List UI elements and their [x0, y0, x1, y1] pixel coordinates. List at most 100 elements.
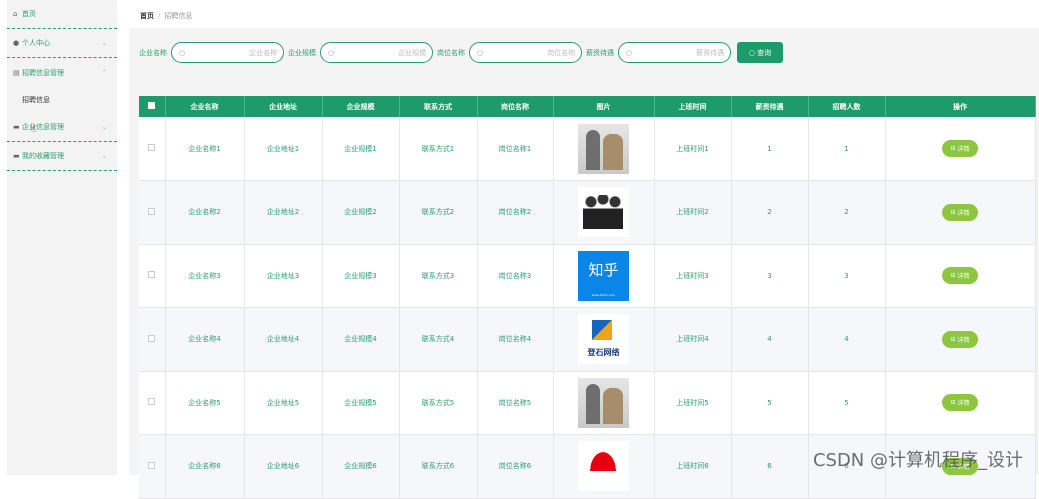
zhihu-logo-text: 知乎: [588, 261, 618, 279]
cell-actions: ⊟ 详情: [885, 181, 1035, 245]
detail-button[interactable]: ⊟ 详情: [942, 331, 978, 348]
cell-address: 企业地址6: [244, 435, 322, 499]
sidebar-item-favorites[interactable]: ▬ 我的收藏管理 ⌄: [7, 142, 117, 171]
column-header: 岗位名称: [477, 96, 553, 117]
cell-address: 企业地址3: [244, 244, 322, 308]
table-row: 企业名称1 企业地址1 企业规模1 联系方式1 岗位名称1 上班时间1 1 1 …: [139, 117, 1035, 181]
row-checkbox[interactable]: [148, 208, 155, 215]
detail-button[interactable]: ⊟ 详情: [942, 204, 978, 221]
huawei-logo-image: [578, 441, 629, 491]
submenu-item-job-info[interactable]: 招聘信息: [7, 87, 117, 113]
chevron-down-icon: ⌄: [102, 124, 107, 131]
chevron-up-icon: ⌃: [102, 69, 107, 76]
cell-scale: 企业规模6: [322, 435, 399, 499]
cell-salary: 3: [731, 244, 808, 308]
cell-actions: ⊟ 详情: [885, 308, 1035, 372]
cell-position: 岗位名称1: [477, 117, 553, 181]
cell-salary: 5: [731, 371, 808, 435]
search-scale-field[interactable]: ○: [320, 42, 433, 63]
sidebar-item-label: 我的收藏管理: [22, 151, 64, 161]
chevron-down-icon: ⌄: [102, 153, 107, 160]
column-header: 薪资待遇: [731, 96, 808, 117]
cell-count: 2: [808, 181, 885, 245]
row-checkbox[interactable]: [148, 144, 155, 151]
cell-image: 知乎 www.zhihu.com: [553, 244, 654, 308]
search-position-input[interactable]: [487, 49, 575, 57]
cell-contact: 联系方式1: [399, 117, 477, 181]
cell-contact: 联系方式3: [399, 244, 477, 308]
company-logo-text: 登石网络: [578, 347, 629, 358]
row-select-cell: [139, 371, 165, 435]
cell-company: 企业名称2: [165, 181, 244, 245]
table-row: 企业名称3 企业地址3 企业规模3 联系方式3 岗位名称3 知乎www.zhih…: [139, 244, 1035, 308]
detail-button[interactable]: ⊟ 详情: [942, 267, 978, 284]
detail-button[interactable]: ⊟ 详情: [942, 140, 978, 157]
zhihu-logo-url: www.zhihu.com: [578, 293, 629, 297]
cell-scale: 企业规模1: [322, 117, 399, 181]
detail-button-label: 详情: [957, 271, 969, 280]
search-label-company: 企业名称: [139, 48, 167, 58]
sidebar-item-companies[interactable]: ▬ 企业信息管理 ⌄: [7, 113, 117, 142]
cell-contact: 联系方式4: [399, 308, 477, 372]
cell-image: [553, 435, 654, 499]
cell-count: 4: [808, 308, 885, 372]
breadcrumb-home[interactable]: 首页: [140, 12, 154, 20]
detail-icon: ⊟: [951, 399, 958, 406]
cell-position: 岗位名称6: [477, 435, 553, 499]
cell-count: 1: [808, 117, 885, 181]
cell-address: 企业地址4: [244, 308, 322, 372]
cell-image: [553, 117, 654, 181]
detail-button[interactable]: ⊟ 详情: [942, 394, 978, 411]
breadcrumb-current: 招聘信息: [164, 12, 192, 20]
cell-actions: ⊟ 详情: [885, 371, 1035, 435]
jobs-table: 企业名称 企业地址 企业规模 联系方式 岗位名称 图片 上班时间 薪资待遇 招聘…: [139, 96, 1036, 499]
search-company-field[interactable]: ○: [171, 42, 284, 63]
row-checkbox[interactable]: [148, 398, 155, 405]
cell-salary: 6: [731, 435, 808, 499]
sidebar-item-home[interactable]: ⌂ 首页: [7, 0, 117, 29]
row-checkbox[interactable]: [148, 335, 155, 342]
cell-position: 岗位名称5: [477, 371, 553, 435]
cell-contact: 联系方式5: [399, 371, 477, 435]
sidebar-item-jobs[interactable]: ▤ 招聘信息管理 ⌃: [7, 58, 117, 87]
row-checkbox[interactable]: [148, 462, 155, 469]
cell-scale: 企业规模5: [322, 371, 399, 435]
cell-actions: ⊟ 详情: [885, 244, 1035, 308]
cell-position: 岗位名称2: [477, 181, 553, 245]
table-row: 企业名称4 企业地址4 企业规模4 联系方式4 岗位名称4 登石网络 上班时间4…: [139, 308, 1035, 372]
select-all-checkbox[interactable]: [148, 102, 155, 109]
search-salary-field[interactable]: ○: [618, 42, 731, 63]
search-icon: ○: [749, 49, 757, 57]
detail-icon: ⊟: [951, 145, 958, 152]
table-row: 企业名称2 企业地址2 企业规模2 联系方式2 岗位名称2 上班时间2 2 2 …: [139, 181, 1035, 245]
search-position-field[interactable]: ○: [469, 42, 582, 63]
cell-scale: 企业规模2: [322, 181, 399, 245]
sidebar-item-label: 首页: [22, 9, 36, 19]
column-header: 上班时间: [654, 96, 731, 117]
cell-worktime: 上班时间5: [654, 371, 731, 435]
search-company-input[interactable]: [189, 49, 277, 57]
row-checkbox[interactable]: [148, 271, 155, 278]
sidebar: ⌂ 首页 ● 个人中心 ⌄ ▤ 招聘信息管理 ⌃ 招聘信息 ▬ 企业信息管理 ⌄…: [7, 0, 117, 475]
row-select-cell: [139, 435, 165, 499]
office-photo-image: [578, 378, 629, 428]
cell-worktime: 上班时间3: [654, 244, 731, 308]
search-button-label: 查询: [757, 48, 771, 58]
cell-company: 企业名称4: [165, 308, 244, 372]
cell-salary: 4: [731, 308, 808, 372]
cell-address: 企业地址2: [244, 181, 322, 245]
search-button[interactable]: ○ 查询: [737, 42, 783, 63]
cell-worktime: 上班时间6: [654, 435, 731, 499]
chevron-down-icon: ⌄: [102, 40, 107, 47]
search-icon: ○: [179, 49, 185, 57]
detail-button-label: 详情: [957, 208, 969, 217]
table-row: 企业名称5 企业地址5 企业规模5 联系方式5 岗位名称5 上班时间5 5 5 …: [139, 371, 1035, 435]
cell-scale: 企业规模4: [322, 308, 399, 372]
search-bar: 企业名称 ○ 企业规模 ○ 岗位名称 ○ 薪资待遇 ○ ○ 查询: [139, 42, 783, 63]
row-select-cell: [139, 117, 165, 181]
cell-salary: 2: [731, 181, 808, 245]
search-scale-input[interactable]: [338, 49, 426, 57]
search-salary-input[interactable]: [636, 49, 724, 57]
column-header: 招聘人数: [808, 96, 885, 117]
sidebar-item-profile[interactable]: ● 个人中心 ⌄: [7, 29, 117, 58]
